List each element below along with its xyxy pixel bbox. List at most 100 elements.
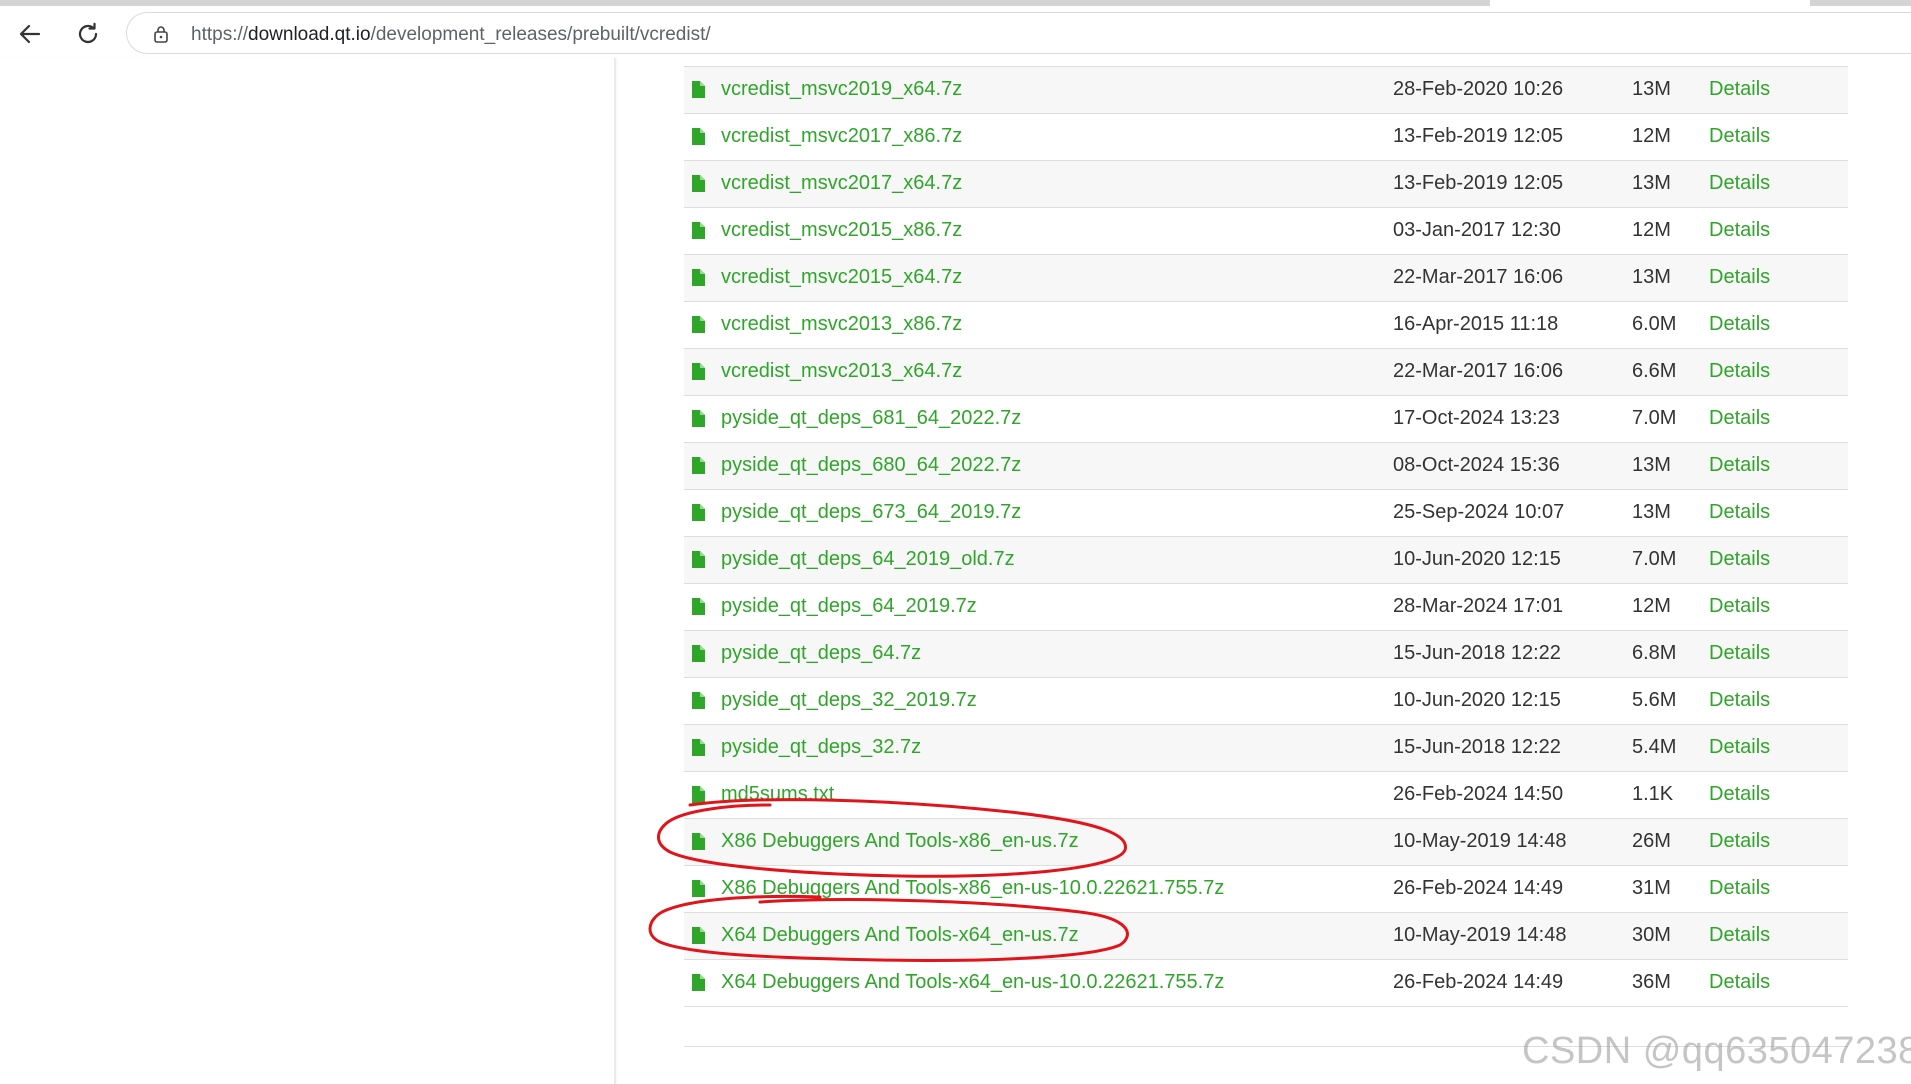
file-size: 12M [1632,219,1671,241]
file-link[interactable]: vcredist_msvc2017_x86.7z [721,125,962,148]
file-link[interactable]: pyside_qt_deps_32_2019.7z [721,689,977,712]
details-link[interactable]: Details [1709,736,1770,759]
table-row: pyside_qt_deps_32_2019.7z 10-Jun-2020 12:… [684,678,1848,725]
file-icon [692,551,705,568]
details-link[interactable]: Details [1709,595,1770,618]
table-row: pyside_qt_deps_680_64_2022.7z 08-Oct-2024… [684,443,1848,490]
arrow-left-icon [19,24,41,44]
file-date: 10-May-2019 14:48 [1393,830,1567,852]
file-icon [692,410,705,427]
table-row: pyside_qt_deps_681_64_2022.7z 17-Oct-2024… [684,396,1848,443]
file-size: 1.1K [1632,783,1674,805]
file-link[interactable]: md5sums.txt [721,783,834,806]
file-icon [692,363,705,380]
details-link[interactable]: Details [1709,689,1770,712]
file-link[interactable]: X64 Debuggers And Tools-x64_en-us.7z [721,924,1079,947]
details-link[interactable]: Details [1709,501,1770,524]
file-link[interactable]: pyside_qt_deps_64_2019_old.7z [721,548,1015,571]
table-row: vcredist_msvc2013_x64.7z 22-Mar-2017 16:0… [684,349,1848,396]
file-date: 03-Jan-2017 12:30 [1393,219,1561,241]
file-icon [692,598,705,615]
watermark: CSDN @qq635047238 [1522,1030,1911,1072]
details-link[interactable]: Details [1709,407,1770,430]
details-link[interactable]: Details [1709,219,1770,242]
table-row: vcredist_msvc2017_x86.7z 13-Feb-2019 12:0… [684,114,1848,161]
file-size: 13M [1632,172,1671,194]
file-listing-table: vcredist_msvc2019_x64.7z 28-Feb-2020 10:2… [684,66,1848,1007]
file-link[interactable]: vcredist_msvc2013_x86.7z [721,313,962,336]
file-size: 12M [1632,125,1671,147]
file-size: 6.6M [1632,360,1677,382]
file-date: 22-Mar-2017 16:06 [1393,266,1564,288]
file-date: 15-Jun-2018 12:22 [1393,642,1561,664]
file-link[interactable]: vcredist_msvc2019_x64.7z [721,78,962,101]
details-link[interactable]: Details [1709,78,1770,101]
file-size: 13M [1632,454,1671,476]
details-link[interactable]: Details [1709,548,1770,571]
file-link[interactable]: pyside_qt_deps_64.7z [721,642,921,665]
details-link[interactable]: Details [1709,877,1770,900]
file-link[interactable]: pyside_qt_deps_673_64_2019.7z [721,501,1021,524]
file-link[interactable]: vcredist_msvc2015_x64.7z [721,266,962,289]
file-icon [692,880,705,897]
file-size: 13M [1632,501,1671,523]
file-size: 5.6M [1632,689,1677,711]
address-bar[interactable]: https://download.qt.io/development_relea… [126,12,1911,54]
details-link[interactable]: Details [1709,971,1770,994]
file-date: 26-Feb-2024 14:49 [1393,877,1564,899]
table-row: pyside_qt_deps_32.7z 15-Jun-2018 12:22 5.4… [684,725,1848,772]
details-link[interactable]: Details [1709,924,1770,947]
details-link[interactable]: Details [1709,266,1770,289]
file-size: 6.8M [1632,642,1677,664]
file-date: 08-Oct-2024 15:36 [1393,454,1560,476]
file-link[interactable]: pyside_qt_deps_32.7z [721,736,921,759]
file-link[interactable]: X64 Debuggers And Tools-x64_en-us-10.0.2… [721,971,1224,994]
back-button[interactable] [10,14,50,54]
file-size: 5.4M [1632,736,1677,758]
file-date: 13-Feb-2019 12:05 [1393,172,1564,194]
file-date: 17-Oct-2024 13:23 [1393,407,1560,429]
reload-button[interactable] [68,14,108,54]
details-link[interactable]: Details [1709,360,1770,383]
details-link[interactable]: Details [1709,313,1770,336]
file-date: 25-Sep-2024 10:07 [1393,501,1565,523]
details-link[interactable]: Details [1709,830,1770,853]
file-link[interactable]: vcredist_msvc2015_x86.7z [721,219,962,242]
table-row: md5sums.txt 26-Feb-2024 14:50 1.1K Details [684,772,1848,819]
details-link[interactable]: Details [1709,642,1770,665]
browser-toolbar: https://download.qt.io/development_relea… [0,6,1911,58]
details-link[interactable]: Details [1709,454,1770,477]
left-panel [0,58,616,1084]
site-info-icon[interactable] [151,24,171,44]
table-row: vcredist_msvc2015_x64.7z 22-Mar-2017 16:0… [684,255,1848,302]
file-size: 6.0M [1632,313,1677,335]
file-size: 30M [1632,924,1671,946]
file-size: 26M [1632,830,1671,852]
table-row: vcredist_msvc2019_x64.7z 28-Feb-2020 10:2… [684,67,1848,114]
file-date: 26-Feb-2024 14:50 [1393,783,1564,805]
file-link[interactable]: X86 Debuggers And Tools-x86_en-us-10.0.2… [721,877,1224,900]
details-link[interactable]: Details [1709,783,1770,806]
reload-icon [78,22,98,43]
file-link[interactable]: pyside_qt_deps_64_2019.7z [721,595,977,618]
file-link[interactable]: X86 Debuggers And Tools-x86_en-us.7z [721,830,1079,853]
file-link[interactable]: pyside_qt_deps_681_64_2022.7z [721,407,1021,430]
file-size: 7.0M [1632,407,1677,429]
file-icon [692,128,705,145]
file-size: 36M [1632,971,1671,993]
file-size: 31M [1632,877,1671,899]
file-icon [692,739,705,756]
url-text[interactable]: https://download.qt.io/development_relea… [191,24,711,46]
file-icon [692,269,705,286]
file-link[interactable]: vcredist_msvc2017_x64.7z [721,172,962,195]
file-link[interactable]: pyside_qt_deps_680_64_2022.7z [721,454,1021,477]
table-row: X86 Debuggers And Tools-x86_en-us-10.0.2… [684,866,1848,913]
file-date: 28-Mar-2024 17:01 [1393,595,1564,617]
details-link[interactable]: Details [1709,125,1770,148]
details-link[interactable]: Details [1709,172,1770,195]
table-row: pyside_qt_deps_64_2019_old.7z 10-Jun-2020… [684,537,1848,584]
file-date: 26-Feb-2024 14:49 [1393,971,1564,993]
file-size: 13M [1632,78,1671,100]
page-content: vcredist_msvc2019_x64.7z 28-Feb-2020 10:2… [0,58,1911,1084]
file-link[interactable]: vcredist_msvc2013_x64.7z [721,360,962,383]
